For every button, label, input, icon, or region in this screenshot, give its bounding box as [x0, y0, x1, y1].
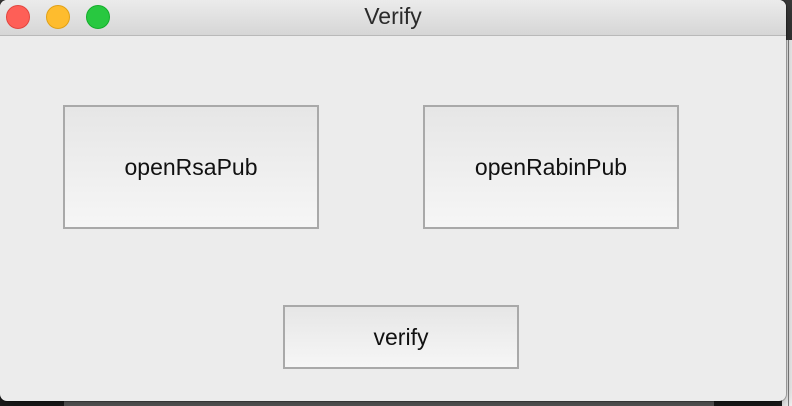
title-bar[interactable]: Verify: [0, 0, 786, 36]
zoom-window-icon[interactable]: [86, 5, 110, 29]
background-window-divider: [788, 40, 789, 406]
verify-window: Verify openRsaPub openRabinPub verify: [0, 0, 786, 401]
open-rabin-pub-button[interactable]: openRabinPub: [423, 105, 679, 229]
window-title: Verify: [364, 3, 422, 29]
minimize-window-icon[interactable]: [46, 5, 70, 29]
close-window-icon[interactable]: [6, 5, 30, 29]
open-rsa-pub-button[interactable]: openRsaPub: [63, 105, 319, 229]
verify-button[interactable]: verify: [283, 305, 519, 369]
